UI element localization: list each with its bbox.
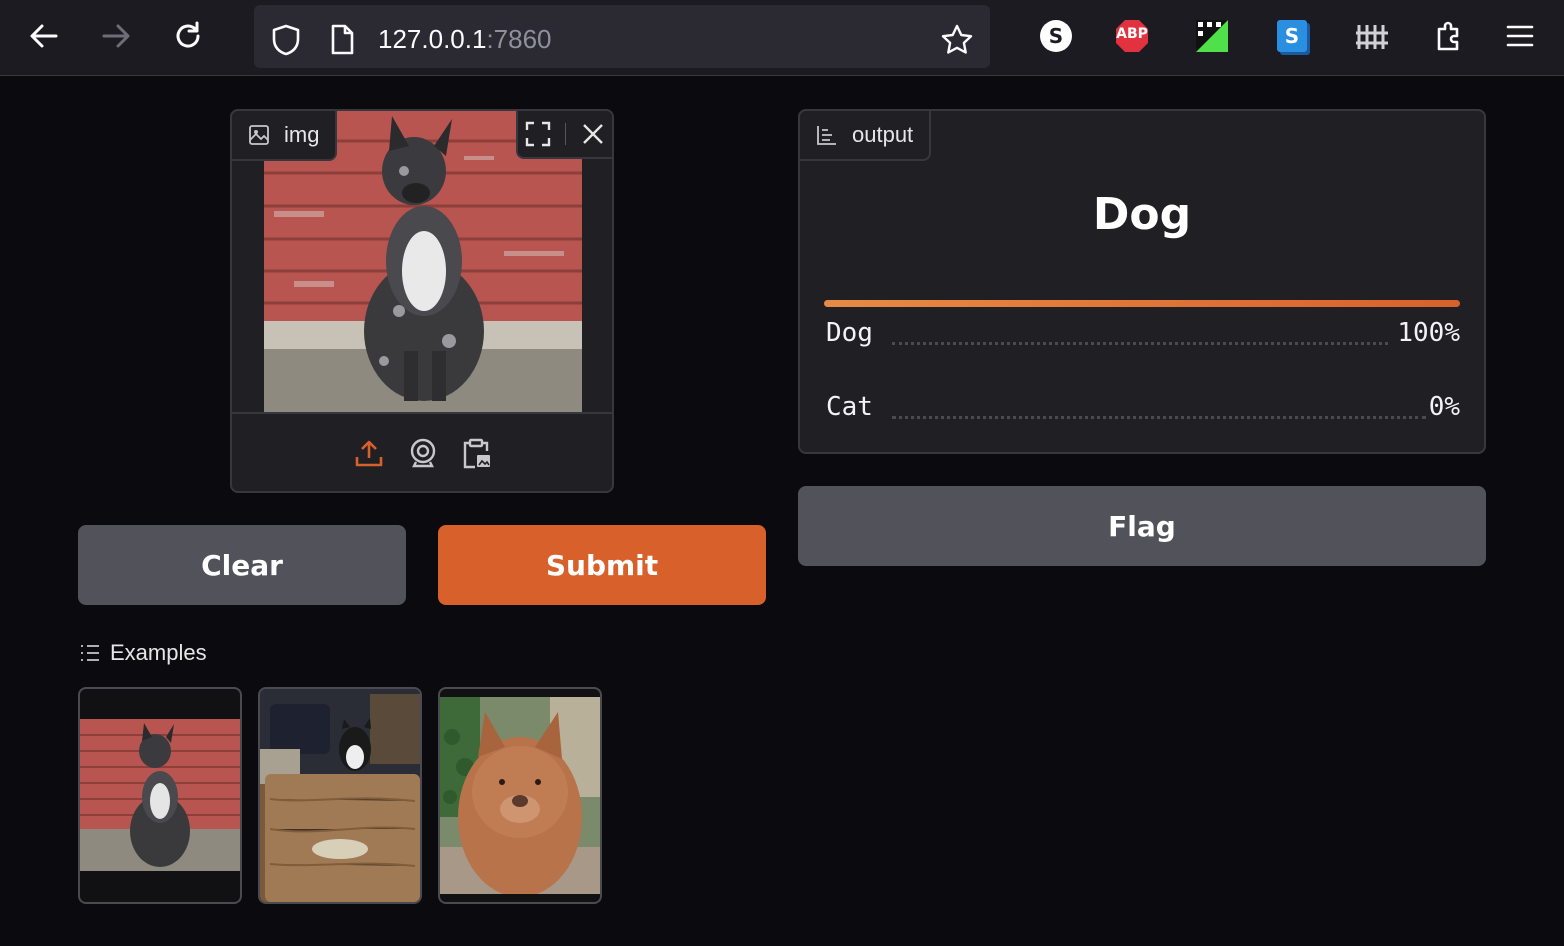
image-icon [249, 125, 269, 145]
browser-toolbar: 127.0.0.1:7860 S ABP S [0, 0, 1564, 76]
back-button[interactable] [24, 16, 64, 56]
bookmark-star-icon[interactable] [940, 23, 974, 57]
list-icon [81, 645, 99, 661]
adblock-plus-icon[interactable]: ABP [1114, 18, 1150, 54]
bar-chart-icon [817, 126, 836, 145]
output-label-text: output [852, 122, 914, 147]
confidence-row-cat: Cat 0% [826, 392, 1460, 432]
upload-icon[interactable] [354, 438, 384, 468]
dog-merle-example [80, 719, 240, 871]
menu-button[interactable] [1502, 18, 1538, 54]
image-controls [516, 111, 612, 159]
confidence-row-dog: Dog 100% [826, 318, 1460, 358]
controls-divider [565, 123, 567, 145]
confidence-label: Cat [826, 392, 873, 422]
confidence-label: Dog [826, 318, 873, 348]
hamburger-menu-icon [1506, 25, 1534, 47]
confidence-percent: 100% [1397, 318, 1460, 348]
output-label: output [798, 109, 932, 161]
cat-example [260, 689, 420, 902]
shield-icon[interactable] [270, 23, 302, 57]
submit-button[interactable]: Submit [438, 525, 766, 605]
url-text[interactable]: 127.0.0.1:7860 [378, 24, 552, 55]
clipboard-icon[interactable] [460, 438, 492, 470]
url-host: 127.0.0.1 [378, 24, 487, 54]
url-bar[interactable]: 127.0.0.1:7860 [254, 5, 990, 68]
puzzle-icon [1437, 21, 1459, 51]
image-input-label: img [230, 109, 338, 161]
fence-icon [1356, 25, 1388, 49]
s-extension-label: S [1040, 20, 1072, 52]
puzzle-extensions-icon[interactable] [1430, 18, 1466, 54]
dotted-leader [892, 342, 1388, 345]
s-blue-label: S [1277, 20, 1307, 52]
forward-arrow-icon [102, 24, 130, 48]
examples-label: Examples [110, 640, 207, 665]
confidence-bar-fill [824, 300, 1460, 307]
example-thumbnail[interactable] [78, 687, 242, 904]
fence-extension-icon[interactable] [1354, 18, 1390, 54]
s-blue-extension-icon[interactable]: S [1274, 18, 1310, 54]
close-icon[interactable] [581, 122, 605, 146]
clear-button[interactable]: Clear [78, 525, 406, 605]
page-icon [331, 24, 354, 55]
image-input-label-text: img [284, 122, 320, 147]
reload-icon [176, 21, 200, 48]
forward-button[interactable] [96, 16, 136, 56]
confidence-percent: 0% [1428, 392, 1460, 422]
url-port: :7860 [486, 24, 552, 54]
grid-icon [1196, 20, 1228, 52]
flag-button[interactable]: Flag [798, 486, 1486, 566]
image-source-bar [232, 412, 612, 491]
examples-header: Examples [80, 640, 207, 666]
reload-button[interactable] [168, 16, 208, 56]
dotted-leader [892, 416, 1426, 419]
adblock-label: ABP [1116, 26, 1148, 42]
fullscreen-icon[interactable] [525, 121, 551, 147]
s-extension-icon[interactable]: S [1038, 18, 1074, 54]
webcam-icon[interactable] [408, 438, 438, 468]
example-thumbnail[interactable] [438, 687, 602, 904]
back-arrow-icon [30, 24, 58, 48]
grid-extension-icon[interactable] [1194, 18, 1230, 54]
predicted-class: Dog [1092, 189, 1192, 240]
confidence-bar-track [824, 300, 1460, 307]
image-input-panel: img [230, 109, 614, 493]
puppy-example [440, 697, 600, 894]
example-thumbnail[interactable] [258, 687, 422, 904]
